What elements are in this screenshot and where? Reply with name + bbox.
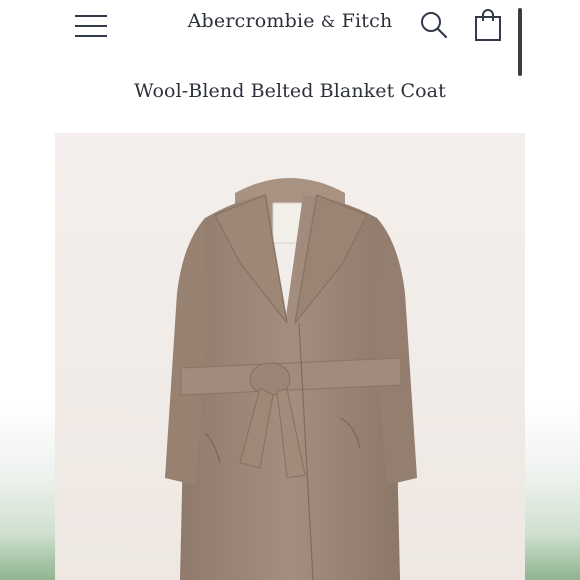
search-icon[interactable] [419, 10, 449, 40]
mobile-screen: Abercrombie & Fitch Wool-Blend Belted Bl… [55, 0, 525, 580]
product-title: Wool-Blend Belted Blanket Coat [134, 80, 446, 102]
scrollbar[interactable] [518, 8, 522, 76]
shopping-bag-icon[interactable] [473, 8, 503, 42]
brand-ampersand: & [320, 12, 336, 31]
hamburger-menu-icon[interactable] [75, 13, 107, 39]
product-image[interactable] [55, 133, 525, 580]
site-header: Abercrombie & Fitch [55, 0, 525, 76]
brand-name-fitch: Fitch [341, 10, 393, 32]
brand-logo[interactable]: Abercrombie & Fitch [185, 10, 395, 32]
brand-name: Abercrombie [187, 10, 315, 32]
coat-illustration [165, 178, 417, 580]
